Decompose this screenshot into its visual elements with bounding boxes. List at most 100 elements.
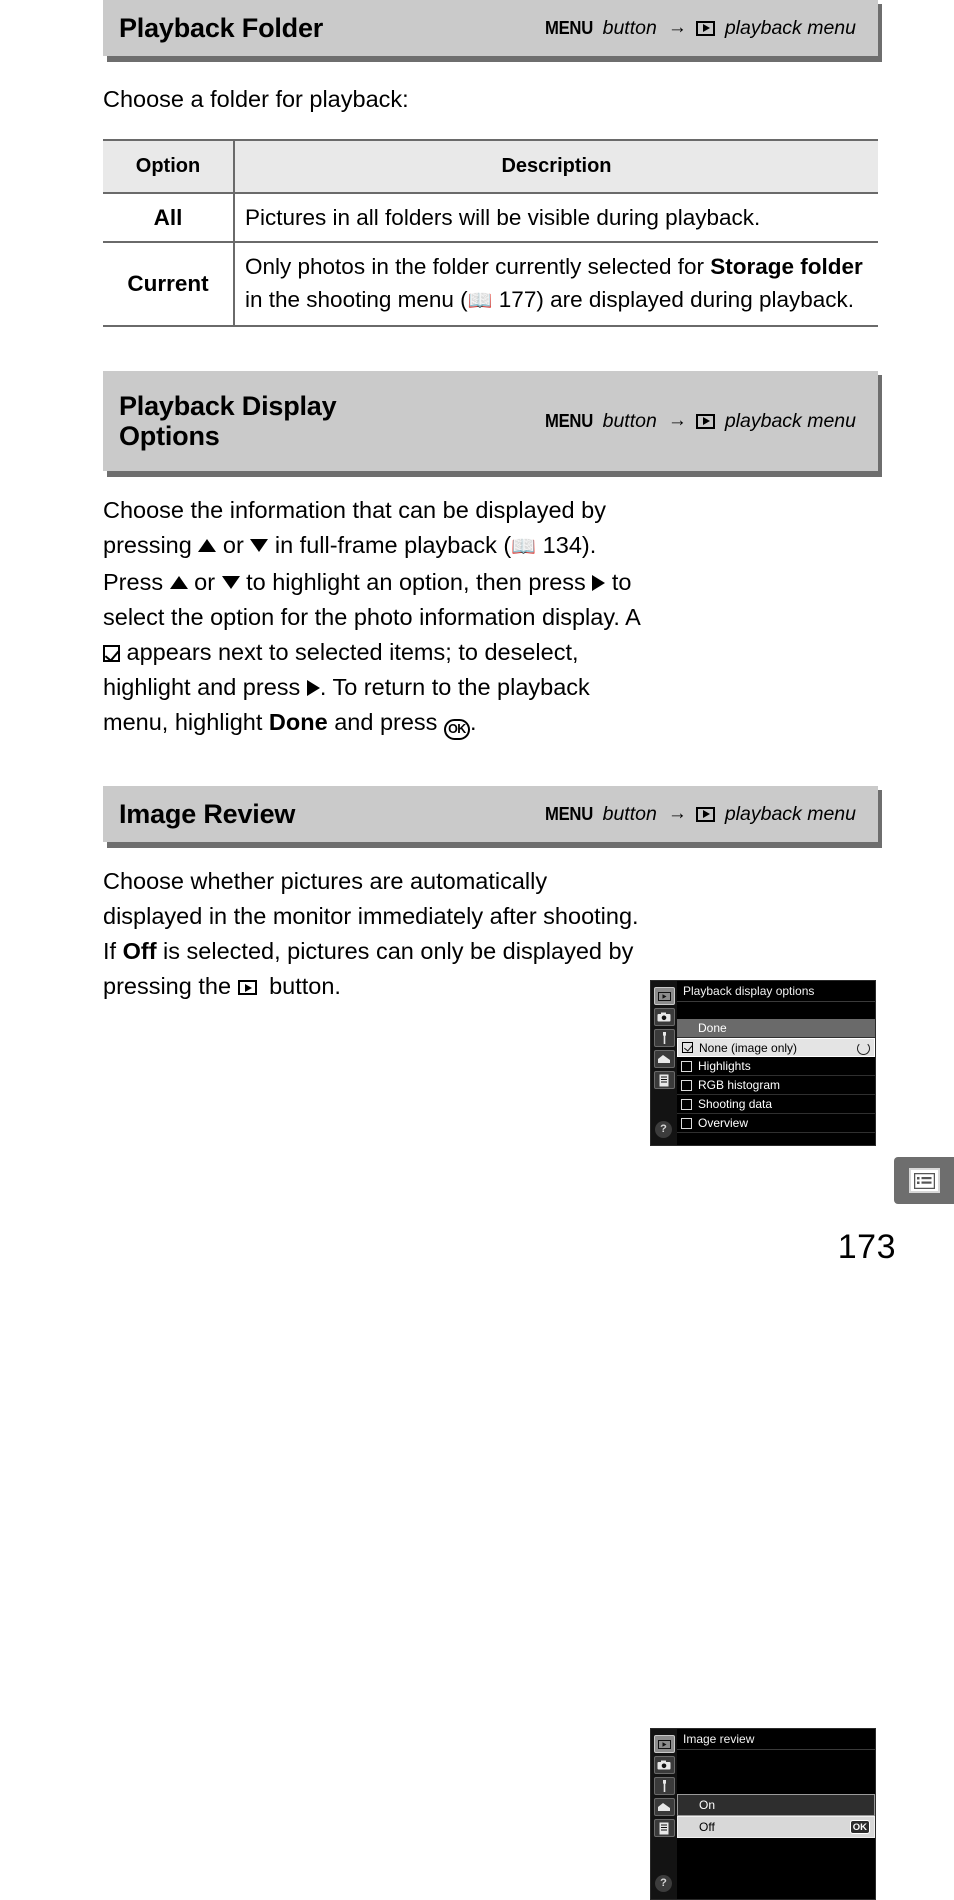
- lcd-content: Image review On Off OK: [677, 1729, 875, 1899]
- playback-icon: [695, 20, 715, 36]
- page-section-tab: [894, 1157, 954, 1204]
- text-run: is selected, pictures can only be displa…: [103, 938, 634, 999]
- triangle-down-icon: [221, 576, 240, 589]
- lcd-menu-item[interactable]: On: [677, 1794, 875, 1816]
- ok-badge: OK: [849, 1820, 870, 1834]
- menu-button-label: MENU: [545, 803, 594, 824]
- lcd-menu-item-label: Off: [699, 1820, 715, 1834]
- lcd-option-list: On Off OK: [677, 1794, 875, 1838]
- checkbox-unchecked-icon[interactable]: [681, 1079, 692, 1091]
- arrow-right-icon: →: [667, 803, 687, 824]
- lcd-menu-item[interactable]: Highlights: [677, 1057, 875, 1076]
- column-header-description: Description: [234, 139, 878, 194]
- text-run: in the shooting menu (: [245, 287, 468, 312]
- section-header-image-review: Image Review MENU button → playback menu: [103, 786, 882, 848]
- triangle-down-icon: [250, 539, 269, 552]
- ok-button-icon: OK: [443, 719, 470, 740]
- text-run: in full-frame playback (: [268, 532, 512, 558]
- table-header-row: Option Description: [103, 139, 878, 194]
- body-text: Choose the information that can be displ…: [103, 493, 878, 740]
- recent-settings-icon: [653, 1819, 675, 1837]
- image-review-body: ? Image review On Off OK Choose whether pi…: [0, 864, 954, 1900]
- pencil-retouch-icon: [653, 1798, 675, 1816]
- button-word-label: button: [602, 16, 657, 39]
- lcd-menu-item-label: None (image only): [699, 1040, 798, 1055]
- help-icon: ?: [655, 1875, 672, 1892]
- page-number: 173: [837, 1228, 896, 1266]
- checkbox-checked-icon: [103, 645, 120, 662]
- menu-path: MENU button → playback menu: [545, 17, 860, 40]
- lcd-menu-item-label: Overview: [698, 1116, 749, 1130]
- emphasis-text: Done: [268, 709, 328, 735]
- lcd-title: Image review: [677, 1729, 875, 1750]
- checkbox-unchecked-icon[interactable]: [681, 1117, 692, 1129]
- wrench-icon: [653, 1777, 675, 1795]
- menu-list-icon: [908, 1168, 940, 1193]
- column-header-option: Option: [103, 139, 235, 194]
- section-title: Playback Display Options: [119, 390, 337, 451]
- triangle-right-icon: [306, 680, 320, 696]
- book-page-reference-icon: 📖: [511, 536, 537, 558]
- menu-button-label: MENU: [545, 17, 594, 38]
- triangle-right-icon: [592, 575, 606, 591]
- text-run: button.: [262, 973, 341, 999]
- manual-page: Playback Folder MENU button → playback m…: [0, 0, 954, 1900]
- triangle-up-icon: [169, 576, 188, 589]
- playback-folder-options-table: Option Description All Pictures in all f…: [103, 139, 878, 327]
- intro-text: Choose a folder for playback:: [103, 86, 409, 112]
- section-header-playback-display-options: Playback Display Options MENU button → p…: [103, 371, 882, 477]
- checkbox-unchecked-icon[interactable]: [681, 1060, 692, 1072]
- text-run: or: [216, 532, 251, 558]
- text-run: Only photos in the folder currently sele…: [245, 254, 711, 279]
- section-title: Image Review: [119, 798, 296, 829]
- text-run: Pictures in all folders will be visible …: [245, 205, 761, 230]
- lcd-menu-item[interactable]: Shooting data: [677, 1095, 875, 1114]
- option-description-all: Pictures in all folders will be visible …: [234, 192, 878, 243]
- section-header-playback-folder: Playback Folder MENU button → playback m…: [103, 0, 882, 62]
- menu-path: MENU button → playback menu: [545, 410, 860, 433]
- option-description-current: Only photos in the folder currently sele…: [234, 241, 878, 327]
- menu-path: MENU button → playback menu: [545, 803, 860, 826]
- lcd-menu-item-label: RGB histogram: [698, 1078, 781, 1092]
- text-run: .: [469, 709, 477, 735]
- playback-icon: [653, 1735, 675, 1753]
- table-row: All Pictures in all folders will be visi…: [103, 192, 878, 243]
- playback-button-icon: [237, 980, 257, 996]
- menu-name-label: playback menu: [724, 409, 856, 432]
- playback-icon: [695, 413, 715, 429]
- table-row: Current Only photos in the folder curren…: [103, 241, 878, 327]
- text-run: to highlight an option, then press: [239, 569, 593, 595]
- menu-name-label: playback menu: [724, 16, 856, 39]
- playback-icon: [695, 806, 715, 822]
- lcd-menu-item[interactable]: Off OK: [677, 1816, 875, 1838]
- arrow-right-icon: →: [667, 410, 687, 431]
- lcd-sidebar: ?: [651, 1729, 677, 1899]
- lcd-menu-item[interactable]: None (image only): [677, 1038, 875, 1057]
- emphasis-text: Off: [122, 938, 157, 964]
- option-name-current: Current: [103, 241, 235, 327]
- text-run: and press: [327, 709, 444, 735]
- help-icon: ?: [655, 1121, 672, 1138]
- section-title: Playback Folder: [119, 12, 324, 43]
- lcd-menu-item[interactable]: Overview: [677, 1114, 875, 1133]
- playback-display-options-body: ? Playback display options Done None (ima…: [0, 493, 954, 1146]
- book-page-reference-icon: 📖: [467, 290, 493, 312]
- button-word-label: button: [602, 409, 657, 432]
- triangle-up-icon: [198, 539, 217, 552]
- lcd-screenshot-image-review: ? Image review On Off OK: [650, 1728, 876, 1900]
- button-word-label: button: [602, 802, 657, 825]
- lcd-menu-item-label: On: [699, 1798, 716, 1812]
- text-wrap-spacer: [651, 864, 878, 1039]
- menu-name-label: playback menu: [724, 802, 856, 825]
- checkbox-checked-icon[interactable]: [682, 1042, 693, 1053]
- text-run: or: [187, 569, 222, 595]
- lcd-menu-item[interactable]: RGB histogram: [677, 1076, 875, 1095]
- refresh-icon: [857, 1042, 870, 1055]
- arrow-right-icon: →: [667, 17, 687, 38]
- text-run: 177) are displayed during playback.: [492, 287, 855, 312]
- option-name-all: All: [103, 192, 235, 243]
- menu-button-label: MENU: [545, 410, 594, 431]
- pencil-retouch-icon: [653, 1050, 675, 1068]
- camera-icon: [653, 1756, 675, 1774]
- checkbox-unchecked-icon[interactable]: [681, 1098, 692, 1110]
